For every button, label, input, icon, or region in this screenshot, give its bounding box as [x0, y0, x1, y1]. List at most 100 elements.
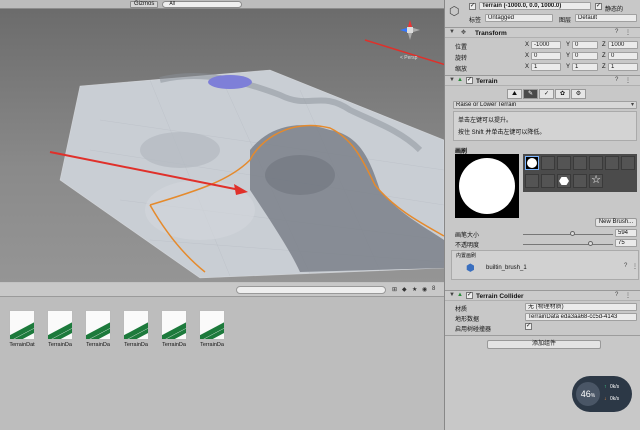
layer-label: 图层 [559, 18, 572, 24]
opacity-knob[interactable] [587, 241, 593, 246]
brush-option[interactable] [573, 156, 587, 170]
scene-search-input[interactable]: All [162, 0, 243, 8]
terrain-tool-dropdown[interactable]: Raise or Lower Terrain [453, 101, 637, 109]
builtin-brush-name: builtin_brush_1 [486, 265, 527, 271]
tag-dropdown[interactable]: Untagged [485, 14, 553, 22]
terrain-data-field[interactable]: TerrainData eda3aa68-cc5d-4143 [525, 313, 637, 321]
brush-size-field[interactable]: 594 [615, 229, 637, 237]
terrain-enabled-checkbox[interactable]: ✓ [466, 77, 473, 84]
tree-collider-label: 启用树碰撞器 [455, 327, 492, 333]
purple-object [208, 75, 252, 89]
position-y-field[interactable]: 0 [572, 41, 598, 49]
star-icon[interactable]: ★ [412, 286, 417, 293]
rotation-x-field[interactable]: 0 [531, 52, 561, 60]
settings-icon[interactable]: ⋮ [625, 292, 631, 299]
visibility-icon[interactable]: ◉ [422, 286, 427, 293]
scale-z-field[interactable]: 1 [608, 63, 638, 71]
axis-z-label: Z [602, 53, 606, 59]
active-checkbox[interactable]: ✓ [469, 3, 476, 10]
terrain-icon: ▲ [457, 77, 463, 83]
scale-x-field[interactable]: 1 [531, 63, 561, 71]
collider-enabled-checkbox[interactable]: ✓ [466, 292, 473, 299]
help-icon[interactable]: ? [615, 292, 618, 298]
brush-size-slider[interactable] [523, 234, 613, 235]
axis-z-label: Z [602, 42, 606, 48]
terrain-data-label: 地形数据 [455, 317, 480, 323]
rotation-z-field[interactable]: 0 [608, 52, 638, 60]
axis-x-label: X [525, 53, 530, 59]
material-field[interactable]: 无 (物理材质) [525, 303, 637, 311]
brush-option[interactable] [605, 156, 619, 170]
position-x-field[interactable]: -1000 [531, 41, 561, 49]
foldout-arrow-icon: ▼ [449, 77, 455, 83]
terrain-data-icon [161, 310, 187, 340]
foldout-arrow-icon: ▼ [449, 29, 455, 35]
position-z-field[interactable]: 1000 [608, 41, 638, 49]
terrain-collider-header[interactable]: ▼ ▲ ✓ Terrain Collider ? ⋮ [445, 290, 640, 301]
brush-option[interactable] [541, 156, 555, 170]
lock-icon[interactable]: ⊞ [392, 286, 397, 293]
create-neighbor-tool-button[interactable]: ⛰ [507, 89, 522, 99]
filter-icon[interactable]: ◆ [402, 286, 407, 293]
asset-item[interactable]: TerrainDa [42, 310, 78, 354]
brush-option[interactable] [557, 174, 571, 188]
rotation-y-field[interactable]: 0 [572, 52, 598, 60]
brush-option[interactable] [557, 156, 571, 170]
terrain-data-icon [85, 310, 111, 340]
asset-item[interactable]: TerrainDa [80, 310, 116, 354]
brush-option[interactable] [589, 156, 603, 170]
brush-option[interactable] [541, 174, 555, 188]
terrain-data-icon [199, 310, 225, 340]
scale-y-field[interactable]: 1 [572, 63, 598, 71]
settings-icon[interactable]: ⋮ [632, 263, 638, 270]
star-brush-icon[interactable]: ☆ [589, 174, 603, 188]
persp-label[interactable]: < Persp [400, 55, 417, 61]
paint-details-tool-button[interactable]: ✿ [555, 89, 570, 99]
chevron-down-icon: ▾ [631, 102, 635, 108]
brush-option[interactable] [573, 174, 587, 188]
help-icon[interactable]: ? [615, 29, 618, 35]
tree-collider-checkbox[interactable]: ✓ [525, 323, 532, 330]
asset-item[interactable]: TerrainDat [4, 310, 40, 354]
brush-option[interactable] [621, 156, 635, 170]
hidden-count: 8 [432, 286, 436, 292]
layer-dropdown[interactable]: Default [575, 14, 637, 22]
paint-trees-tool-button[interactable]: ✓ [539, 89, 554, 99]
transform-icon: ✥ [461, 30, 467, 36]
settings-icon[interactable]: ⋮ [625, 77, 631, 84]
transform-title: Transform [475, 30, 507, 37]
brush-option[interactable] [525, 174, 539, 188]
scene-gizmo [400, 20, 420, 40]
terrain-header[interactable]: ▼ ▲ ✓ Terrain ? ⋮ [445, 75, 640, 86]
add-component-button[interactable]: 添加组件 [487, 340, 601, 349]
asset-item[interactable]: TerrainDa [194, 310, 230, 354]
scene-canvas[interactable] [0, 0, 444, 282]
settings-icon[interactable]: ⋮ [625, 29, 631, 36]
brush-grid[interactable]: ☆ [523, 154, 637, 192]
gizmos-button[interactable]: Gizmos [130, 0, 159, 8]
new-brush-button[interactable]: New Brush... [595, 218, 637, 227]
asset-item[interactable]: TerrainDa [156, 310, 192, 354]
paint-terrain-tool-button[interactable]: ✎ [523, 89, 538, 99]
collider-icon: ▲ [457, 292, 463, 298]
static-checkbox[interactable]: ✓ [595, 3, 602, 10]
help-icon[interactable]: ? [624, 263, 627, 269]
fps-indicator: 46% [576, 382, 600, 406]
scale-label: 缩放 [455, 67, 468, 73]
axis-y-label: Y [566, 53, 571, 59]
opacity-label: 不透明度 [455, 243, 480, 249]
brush-size-knob[interactable] [570, 231, 576, 236]
opacity-field[interactable]: 75 [615, 239, 637, 247]
object-name-field[interactable]: Terrain (-1000.0, 0.0, 1000.0) [479, 2, 591, 10]
asset-item[interactable]: TerrainDa [118, 310, 154, 354]
builtin-label: 内置画刷 [456, 253, 477, 259]
performance-widget[interactable]: 46% ↑ 0k/s ↓ 0k/s [572, 376, 632, 412]
opacity-slider[interactable] [523, 244, 613, 245]
terrain-settings-tool-button[interactable]: ⚙ [571, 89, 586, 99]
scene-toolbar: Gizmos All [0, 0, 444, 9]
scene-view[interactable]: Gizmos All < Persp [0, 0, 444, 282]
help-box: 单击左键可以提升。 按住 Shift 并单击左键可以降低。 [453, 111, 637, 141]
help-icon[interactable]: ? [615, 77, 618, 83]
transform-header[interactable]: ▼ ✥ Transform ? ⋮ [445, 27, 640, 38]
project-search-input[interactable] [236, 286, 386, 294]
